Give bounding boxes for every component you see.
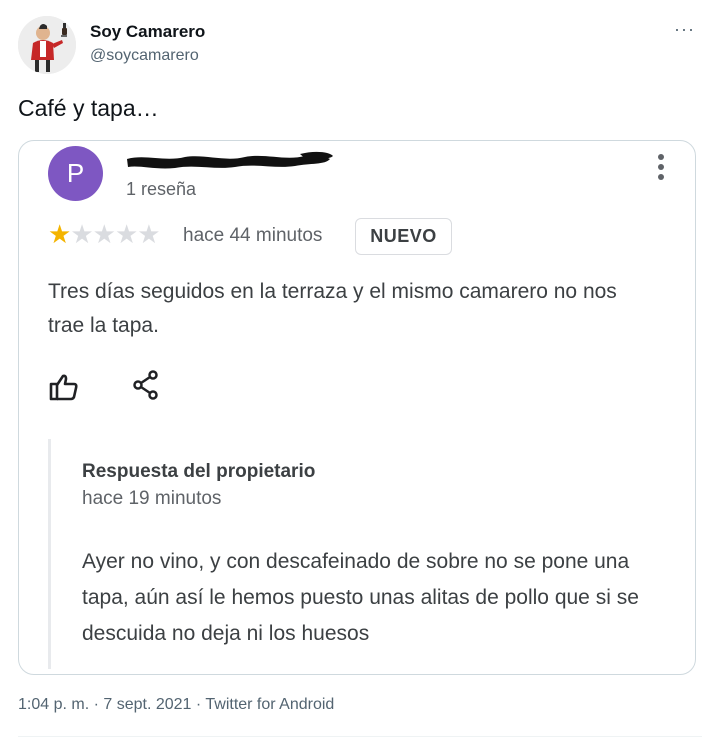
review-time: hace 44 minutos <box>183 225 323 246</box>
star-icon: ★ <box>92 219 116 249</box>
divider <box>18 736 702 737</box>
reviewer-review-count: 1 reseña <box>126 179 197 199</box>
reply-title: Respuesta del propietario <box>82 461 316 482</box>
star-icon: ★ <box>48 219 71 249</box>
author-avatar[interactable] <box>18 16 76 74</box>
author-name[interactable]: Soy Camarero <box>90 22 205 42</box>
star-rating: ★★★★★ <box>48 219 161 249</box>
more-options-icon[interactable]: ··· <box>674 20 695 38</box>
reply-time: hace 19 minutos <box>82 488 222 509</box>
author-handle[interactable]: @soycamarero <box>90 47 199 65</box>
reviewer-avatar: P <box>48 146 103 201</box>
star-icon: ★ <box>137 219 160 249</box>
thumbs-up-icon[interactable] <box>48 371 80 403</box>
reply-text: Ayer no vino, y con descafeinado de sobr… <box>82 550 639 645</box>
redacted-reviewer-name <box>127 151 333 169</box>
tweet-header: Soy Camarero @soycamarero ··· <box>18 16 702 76</box>
new-badge: NUEVO <box>355 218 452 255</box>
star-icon: ★ <box>70 219 93 249</box>
review-text: Tres días seguidos en la terraza y el mi… <box>48 280 617 337</box>
review-screenshot[interactable]: P 1 reseña ★★★★★ hace 44 minutos NUEVO T… <box>18 140 696 675</box>
share-icon[interactable] <box>131 369 161 401</box>
tweet-text: Café y tapa… <box>18 95 159 121</box>
owner-reply: Respuesta del propietario hace 19 minuto… <box>48 439 668 669</box>
tweet-metadata[interactable]: 1:04 p. m. · 7 sept. 2021 · Twitter for … <box>18 696 334 714</box>
star-icon: ★ <box>114 219 138 249</box>
kebab-menu-icon[interactable] <box>657 154 665 184</box>
